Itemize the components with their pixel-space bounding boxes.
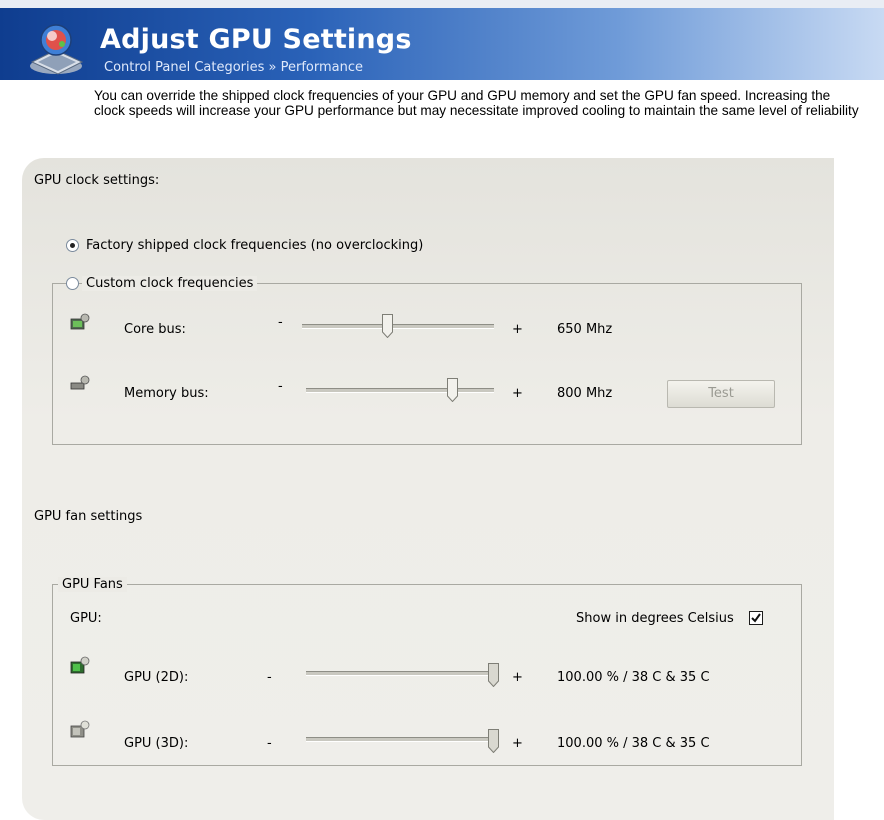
gpu-3d-minus: -: [267, 736, 272, 751]
memory-bus-slider-thumb[interactable]: [446, 378, 458, 402]
gpu-2d-slider-track[interactable]: [306, 671, 494, 676]
gpu-2d-minus: -: [267, 670, 272, 685]
gpu-2d-fan-icon: [70, 656, 90, 674]
gpu-3d-fan-icon: [70, 720, 90, 738]
gpu-3d-slider-track[interactable]: [306, 737, 494, 742]
test-button[interactable]: Test: [667, 380, 775, 408]
breadcrumb: Control Panel Categories » Performance: [104, 60, 363, 75]
page-description: You can override the shipped clock frequ…: [94, 88, 884, 118]
gpu-2d-label: GPU (2D):: [124, 670, 189, 685]
core-bus-minus: -: [278, 315, 283, 330]
memory-bus-label: Memory bus:: [124, 386, 209, 401]
control-panel-icon: [30, 24, 84, 75]
core-bus-slider-track[interactable]: [302, 324, 494, 329]
custom-clock-group: [52, 283, 802, 445]
memory-bus-value: 800 Mhz: [557, 386, 613, 401]
page-title: Adjust GPU Settings: [100, 24, 412, 55]
description-line-2: clock speeds will increase your GPU perf…: [94, 103, 859, 118]
core-bus-slider-thumb[interactable]: [382, 314, 394, 338]
memory-bus-slider-track[interactable]: [306, 388, 494, 393]
celsius-label[interactable]: Show in degrees Celsius: [576, 611, 734, 626]
clock-section-label: GPU clock settings:: [34, 173, 160, 188]
core-bus-value: 650 Mhz: [557, 322, 613, 337]
factory-clock-label[interactable]: Factory shipped clock frequencies (no ov…: [86, 238, 423, 253]
gpu-2d-slider-thumb[interactable]: [488, 663, 499, 687]
memory-bus-plus: +: [512, 386, 523, 401]
gpu-3d-plus: +: [512, 736, 523, 751]
gpu-2d-plus: +: [512, 670, 523, 685]
radio-selected-dot: [70, 243, 75, 248]
fan-section-label: GPU fan settings: [34, 509, 143, 524]
header-banner: Adjust GPU Settings Control Panel Catego…: [0, 8, 884, 80]
gpu-3d-value: 100.00 % / 38 C & 35 C: [557, 736, 710, 751]
core-bus-plus: +: [512, 322, 523, 337]
description-line-1: You can override the shipped clock frequ…: [94, 88, 831, 103]
gpu-3d-label: GPU (3D):: [124, 736, 189, 751]
core-bus-label: Core bus:: [124, 322, 186, 337]
gpu-fans-legend: GPU Fans: [58, 577, 127, 592]
memory-bus-icon: [70, 375, 90, 390]
gpu-label: GPU:: [70, 611, 102, 626]
custom-clock-label[interactable]: Custom clock frequencies: [82, 276, 258, 291]
celsius-checkbox[interactable]: [749, 611, 763, 625]
factory-clock-radio[interactable]: [66, 239, 79, 252]
memory-bus-minus: -: [278, 379, 283, 394]
core-bus-icon: [70, 313, 90, 330]
gpu-2d-value: 100.00 % / 38 C & 35 C: [557, 670, 710, 685]
gpu-3d-slider-thumb[interactable]: [488, 729, 499, 753]
checkmark-icon: [751, 613, 761, 623]
custom-clock-radio[interactable]: [66, 277, 79, 290]
